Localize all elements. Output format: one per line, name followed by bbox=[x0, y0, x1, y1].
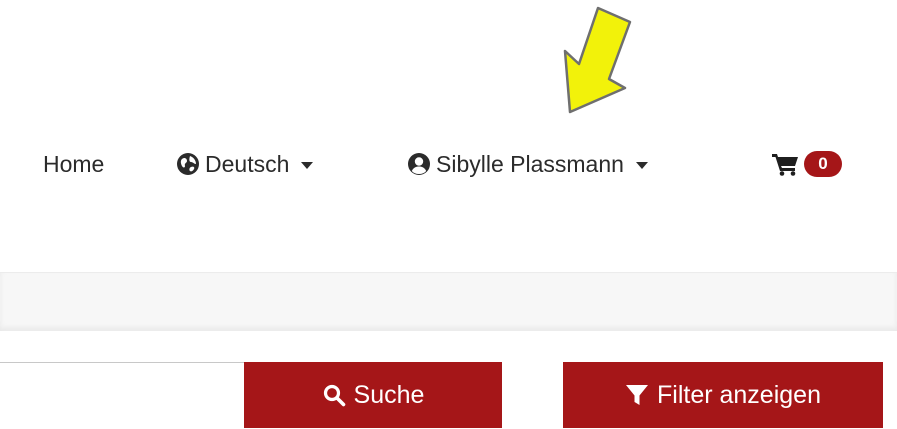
chevron-down-icon bbox=[635, 161, 648, 169]
cart-icon bbox=[772, 152, 800, 176]
page: Home Deutsch Sibylle Plassmann 0 Suche F… bbox=[0, 0, 897, 429]
cart-button[interactable]: 0 bbox=[772, 136, 842, 192]
nav-home-label: Home bbox=[43, 150, 105, 177]
language-label: Deutsch bbox=[205, 150, 290, 177]
search-icon bbox=[322, 383, 346, 407]
globe-icon bbox=[176, 152, 200, 176]
content-band bbox=[0, 272, 897, 331]
chevron-down-icon bbox=[301, 161, 314, 169]
cart-count-badge: 0 bbox=[804, 151, 842, 177]
search-input[interactable] bbox=[0, 362, 244, 428]
search-button-label: Suche bbox=[353, 380, 425, 409]
user-name-label: Sibylle Plassmann bbox=[436, 150, 624, 177]
arrow-annotation-icon bbox=[563, 6, 632, 114]
filter-icon bbox=[625, 383, 649, 407]
search-button[interactable]: Suche bbox=[244, 362, 502, 428]
user-menu-dropdown[interactable]: Sibylle Plassmann bbox=[407, 136, 648, 192]
nav-home-link[interactable]: Home bbox=[43, 136, 104, 192]
top-navbar: Home Deutsch Sibylle Plassmann 0 bbox=[0, 136, 897, 192]
show-filter-button[interactable]: Filter anzeigen bbox=[563, 362, 883, 428]
user-circle-icon bbox=[407, 152, 431, 176]
filter-button-label: Filter anzeigen bbox=[657, 380, 821, 409]
language-dropdown[interactable]: Deutsch bbox=[176, 136, 314, 192]
